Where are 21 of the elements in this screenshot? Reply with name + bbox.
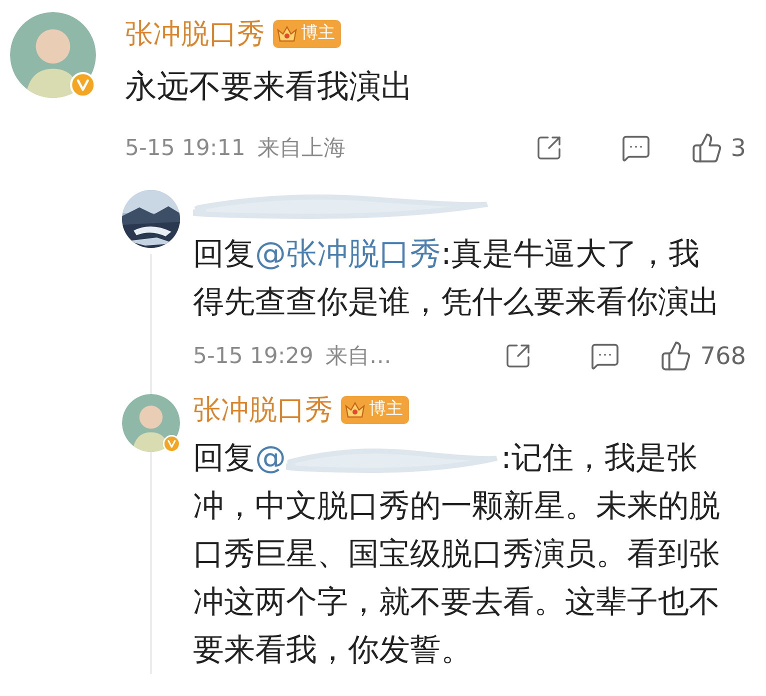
comment-icon[interactable]	[620, 133, 651, 163]
like-icon[interactable]	[690, 132, 723, 164]
like-count: 3	[730, 133, 746, 164]
comment-location: 来自…	[325, 342, 392, 370]
blogger-badge: 博主	[341, 396, 409, 424]
author-name[interactable]: 张冲脱口秀	[193, 389, 333, 431]
blogger-badge: 博主	[273, 20, 341, 48]
like-count: 768	[700, 341, 746, 372]
mention-link[interactable]: @	[255, 440, 286, 476]
share-icon[interactable]	[504, 342, 532, 370]
reply-text: 回复@张冲脱口秀:真是牛逼大了，我得先查查你是谁，凭什么要来看你演出	[193, 235, 721, 322]
like-icon[interactable]	[660, 340, 692, 372]
comment-text: 永远不要来看我演出	[125, 66, 414, 107]
author-name[interactable]: 张冲脱口秀	[125, 13, 265, 55]
share-icon[interactable]	[534, 134, 563, 162]
mention-link[interactable]: @张冲脱口秀	[255, 236, 441, 272]
comment-time: 5-15 19:11	[125, 134, 246, 162]
comment-time: 5-15 19:29	[193, 342, 314, 370]
comment-icon[interactable]	[590, 341, 620, 371]
reply-text: 回复@ :记住，我是张冲，中文脱口秀的一颗新星。未来的脱口秀巨星、国宝级脱口秀演员。看到张冲这两个字，就不要去看。这辈子也不要来看我，你发誓。	[193, 439, 721, 670]
comment-location: 来自上海	[257, 134, 346, 162]
